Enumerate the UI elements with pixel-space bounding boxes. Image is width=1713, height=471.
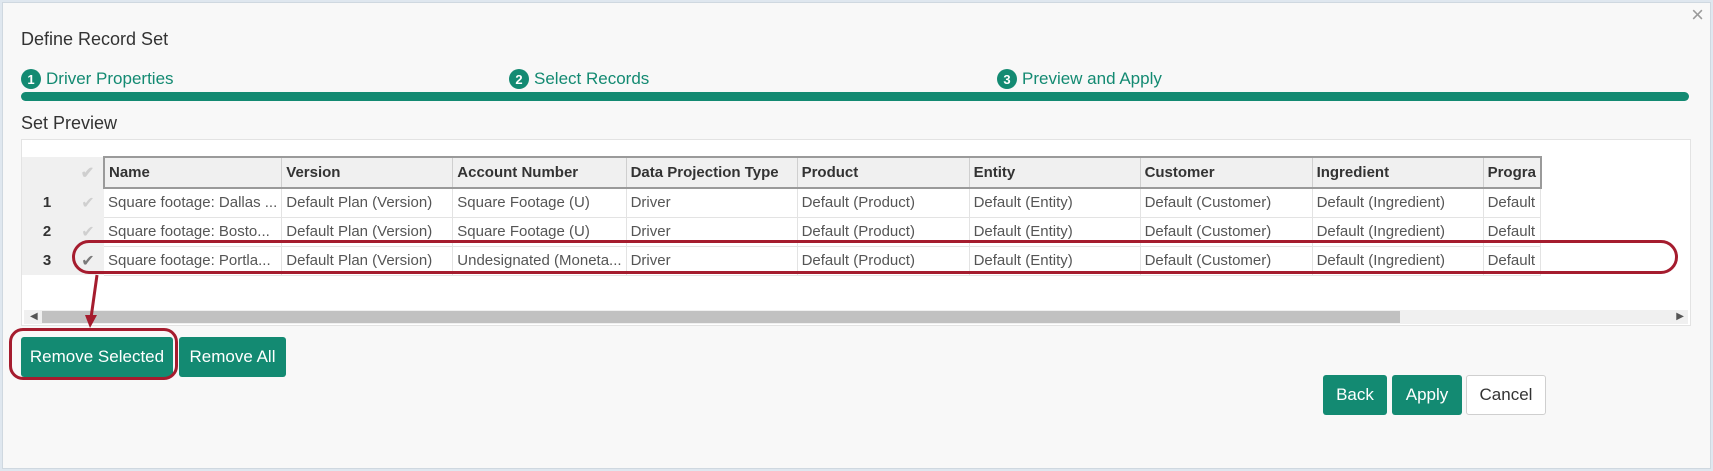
cell-data-projection-type: Driver [626, 188, 798, 218]
cell-customer: Default (Customer) [1140, 246, 1313, 276]
cell-ingredient: Default (Ingredient) [1312, 246, 1484, 276]
cell-entity: Default (Entity) [969, 217, 1141, 247]
scroll-right-icon[interactable]: ▶ [1676, 309, 1684, 325]
cell-program: Default [1483, 217, 1542, 247]
cell-name: Square footage: Bosto... [104, 217, 283, 247]
check-icon: ✔ [81, 223, 95, 241]
cell-entity: Default (Entity) [969, 188, 1141, 218]
check-icon: ✔ [81, 194, 95, 212]
step-number-2: 2 [509, 69, 529, 89]
horizontal-scrollbar[interactable]: ◀ ▶ [24, 310, 1688, 324]
row-checkbox[interactable]: ✔ [72, 246, 104, 275]
table-row-selected[interactable]: 3 ✔ Square footage: Portla... Default Pl… [22, 246, 1542, 276]
cell-program: Default [1483, 188, 1542, 218]
section-title: Set Preview [21, 113, 118, 133]
row-number: 1 [22, 188, 72, 217]
column-header-account-number[interactable]: Account Number [452, 156, 627, 189]
step-number-3: 3 [997, 69, 1017, 89]
cell-customer: Default (Customer) [1140, 188, 1313, 218]
preview-table: ✔ Name Version Account Number Data Proje… [22, 156, 1542, 276]
cell-product: Default (Product) [797, 217, 970, 247]
table-row[interactable]: 1 ✔ Square footage: Dallas ... Default P… [22, 188, 1542, 218]
scroll-left-icon[interactable]: ◀ [30, 309, 38, 325]
row-number: 3 [22, 246, 72, 275]
cell-product: Default (Product) [797, 246, 970, 276]
cell-data-projection-type: Driver [626, 217, 798, 247]
row-checkbox[interactable]: ✔ [72, 217, 104, 246]
step-label: Select Records [534, 69, 650, 88]
scrollbar-thumb[interactable] [42, 311, 1400, 323]
cancel-button[interactable]: Cancel [1466, 375, 1546, 415]
cell-data-projection-type: Driver [626, 246, 798, 276]
cell-version: Default Plan (Version) [281, 217, 454, 247]
cell-ingredient: Default (Ingredient) [1312, 217, 1484, 247]
define-record-set-dialog: × Define Record Set 1 Driver Properties … [2, 2, 1711, 469]
step-number-1: 1 [21, 69, 41, 89]
cell-account-number: Square Footage (U) [452, 188, 627, 218]
check-icon: ✔ [81, 252, 95, 270]
back-button[interactable]: Back [1323, 375, 1387, 415]
row-number: 2 [22, 217, 72, 246]
step-label: Driver Properties [46, 69, 174, 88]
check-icon: ✔ [80, 164, 95, 182]
row-number-header [22, 157, 72, 188]
cell-customer: Default (Customer) [1140, 217, 1313, 247]
cell-name: Square footage: Dallas ... [104, 188, 283, 218]
table-row[interactable]: 2 ✔ Square footage: Bosto... Default Pla… [22, 217, 1542, 247]
remove-all-button[interactable]: Remove All [179, 337, 286, 377]
cell-version: Default Plan (Version) [281, 188, 454, 218]
close-icon[interactable]: × [1691, 1, 1704, 29]
cell-entity: Default (Entity) [969, 246, 1141, 276]
column-header-data-projection-type[interactable]: Data Projection Type [626, 156, 798, 189]
step-preview-and-apply[interactable]: 3 Preview and Apply [997, 69, 1162, 89]
step-driver-properties[interactable]: 1 Driver Properties [21, 69, 174, 89]
column-header-version[interactable]: Version [281, 156, 454, 189]
cell-account-number: Undesignated (Moneta... [452, 246, 627, 276]
column-header-product[interactable]: Product [797, 156, 970, 189]
column-header-program[interactable]: Progra [1483, 156, 1542, 189]
cell-product: Default (Product) [797, 188, 970, 218]
table-header-row: ✔ Name Version Account Number Data Proje… [22, 156, 1542, 189]
column-header-name[interactable]: Name [103, 156, 283, 189]
cell-account-number: Square Footage (U) [452, 217, 627, 247]
cell-ingredient: Default (Ingredient) [1312, 188, 1484, 218]
wizard-progress-bar [21, 92, 1689, 101]
step-select-records[interactable]: 2 Select Records [509, 69, 649, 89]
cell-version: Default Plan (Version) [281, 246, 454, 276]
preview-grid: ✔ Name Version Account Number Data Proje… [21, 139, 1691, 326]
row-checkbox[interactable]: ✔ [72, 188, 104, 217]
remove-selected-button[interactable]: Remove Selected [21, 337, 173, 377]
column-header-entity[interactable]: Entity [969, 156, 1141, 189]
dialog-title: Define Record Set [21, 29, 169, 49]
cell-program: Default [1483, 246, 1542, 276]
apply-button[interactable]: Apply [1392, 375, 1462, 415]
step-label: Preview and Apply [1022, 69, 1162, 88]
cell-name: Square footage: Portla... [104, 246, 283, 276]
column-header-customer[interactable]: Customer [1140, 156, 1313, 189]
select-all-header[interactable]: ✔ [72, 157, 104, 188]
column-header-ingredient[interactable]: Ingredient [1312, 156, 1484, 189]
